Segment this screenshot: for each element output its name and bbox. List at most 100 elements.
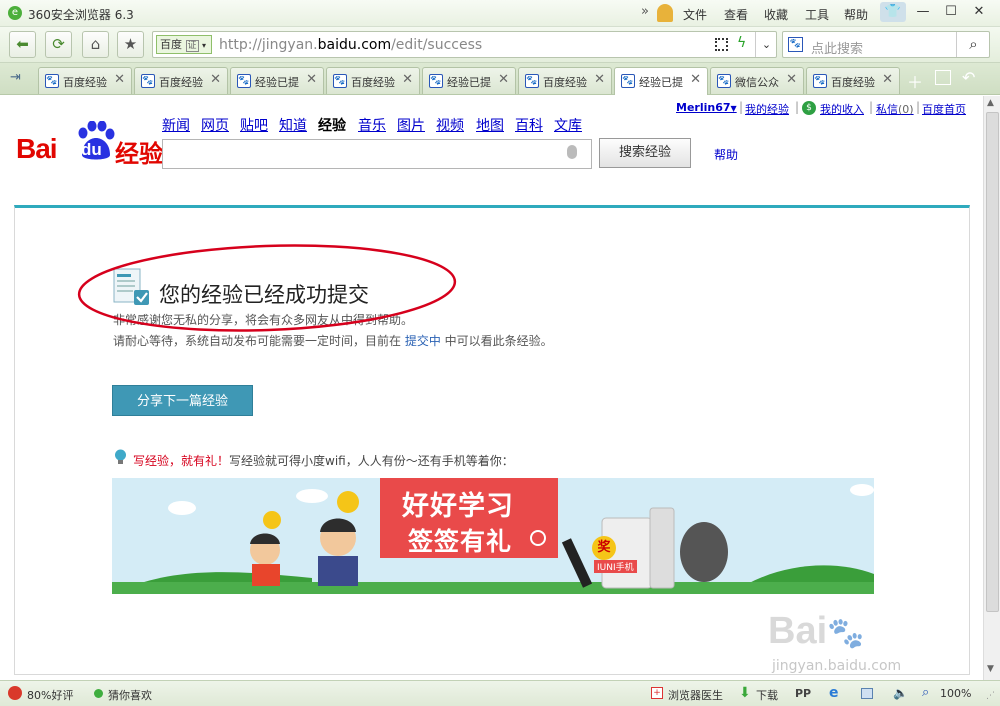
menu-favorites[interactable]: 收藏 (764, 6, 788, 23)
address-toolbar: ⬅ ⟳ ⌂ ★ 百度 证 ▾ http://jingyan.baidu.com/… (0, 27, 1000, 63)
zoom-icon[interactable]: ⌕ (922, 685, 929, 700)
browser-doctor[interactable]: 浏览器医生 (668, 687, 723, 703)
sidebar-toggle-icon[interactable]: ⇥ (10, 70, 21, 85)
close-tab-icon[interactable]: ✕ (402, 72, 413, 87)
menu-help[interactable]: 帮助 (844, 6, 868, 23)
tab-6[interactable]: 🐾 百度经验 ✕ (518, 67, 612, 94)
speaker-icon[interactable]: 🔈 (893, 686, 908, 700)
submitting-link[interactable]: 提交中 (405, 334, 441, 348)
close-tab-icon[interactable]: ✕ (498, 72, 509, 87)
tab-9[interactable]: 🐾 百度经验 ✕ (806, 67, 900, 94)
p2p-icon[interactable]: PP (795, 687, 811, 700)
tab-4[interactable]: 🐾 百度经验 ✕ (326, 67, 420, 94)
favorite-star-button[interactable]: ★ (117, 31, 144, 58)
url-path: /edit/success (391, 37, 483, 53)
window-icon[interactable] (861, 688, 873, 699)
title-bar: e 360安全浏览器 6.3 » 文件 查看 收藏 工具 帮助 👕 — ☐ ✕ (0, 0, 1000, 27)
help-link[interactable]: 帮助 (714, 146, 738, 163)
search-engine-icon[interactable]: 🐾 (788, 37, 803, 52)
share-next-experience-button[interactable]: 分享下一篇经验 (112, 385, 253, 416)
nav-jingyan-current: 经验 (318, 118, 346, 134)
nav-music[interactable]: 音乐 (358, 115, 386, 135)
watermark-url: jingyan.baidu.com (772, 658, 902, 674)
annotation-ellipse (77, 244, 457, 332)
username-link[interactable]: Merlin67▼ (676, 101, 737, 114)
nav-baike[interactable]: 百科 (515, 115, 543, 135)
site-badge: 百度 证 ▾ (156, 35, 212, 54)
back-button[interactable]: ⬅ (9, 31, 36, 58)
tab-2[interactable]: 🐾 百度经验 ✕ (134, 67, 228, 94)
home-button[interactable]: ⌂ (82, 31, 109, 58)
menu-file[interactable]: 文件 (683, 6, 707, 23)
tab-8[interactable]: 🐾 微信公众 ✕ (710, 67, 804, 94)
zoom-level[interactable]: 100% (940, 687, 971, 700)
refresh-button[interactable]: ⟳ (45, 31, 72, 58)
menu-view[interactable]: 查看 (724, 6, 748, 23)
download-link[interactable]: 下载 (756, 687, 778, 703)
nav-tieba[interactable]: 贴吧 (240, 115, 268, 135)
logo-bai: Bai (16, 133, 58, 164)
promo-text: 写经验就可得小度wifi，人人有份～还有手机等着你： (229, 454, 514, 468)
wait-prefix: 请耐心等待，系统自动发布可能需要一定时间，目前在 (113, 334, 405, 348)
close-tab-icon[interactable]: ✕ (210, 72, 221, 87)
minimize-button[interactable]: — (910, 2, 936, 22)
jingyan-search-input[interactable] (162, 139, 592, 169)
nav-web[interactable]: 网页 (201, 115, 229, 135)
tab-1[interactable]: 🐾 百度经验 ✕ (38, 67, 132, 94)
skin-icon[interactable]: 👕 (880, 2, 906, 22)
web-search-box[interactable]: 🐾 点此搜索 ⌕ (782, 31, 990, 58)
tab-list-icon[interactable] (935, 70, 951, 85)
nav-wenku[interactable]: 文库 (554, 115, 582, 135)
menu-tools[interactable]: 工具 (805, 6, 829, 23)
baidu-paw-icon: 🐾 (141, 74, 155, 88)
my-experience-link[interactable]: 我的经验 (745, 101, 789, 117)
close-tab-icon[interactable]: ✕ (594, 72, 605, 87)
nav-news[interactable]: 新闻 (162, 115, 190, 135)
url-bar[interactable]: 百度 证 ▾ http://jingyan.baidu.com/edit/suc… (152, 31, 777, 58)
nav-zhidao[interactable]: 知道 (279, 115, 307, 135)
close-tab-icon[interactable]: ✕ (786, 72, 797, 87)
scroll-up-icon[interactable]: ▲ (987, 98, 994, 108)
user-avatar-icon[interactable] (657, 4, 673, 22)
close-tab-icon[interactable]: ✕ (114, 72, 125, 87)
speed-mode-icon[interactable]: ϟ (737, 35, 746, 51)
new-tab-icon[interactable]: ＋ (907, 69, 923, 93)
nav-video[interactable]: 视频 (436, 115, 464, 135)
rating-text[interactable]: 80%好评 (27, 687, 73, 703)
lightbulb-icon (114, 449, 127, 466)
scroll-down-icon[interactable]: ▼ (987, 664, 994, 674)
ie-icon[interactable]: e (829, 685, 839, 701)
promo-highlight[interactable]: 写经验，就有礼！ (133, 454, 229, 468)
close-tab-icon[interactable]: ✕ (306, 72, 317, 87)
guess-you-like[interactable]: 猜你喜欢 (108, 687, 152, 703)
close-tab-icon[interactable]: ✕ (882, 72, 893, 87)
microphone-icon[interactable] (567, 145, 577, 159)
qrcode-icon[interactable] (715, 38, 728, 51)
search-placeholder[interactable]: 点此搜索 (811, 38, 863, 57)
maximize-button[interactable]: ☐ (938, 2, 964, 22)
tab-7-active[interactable]: 🐾 经验已提 ✕ (614, 67, 708, 95)
doctor-icon: + (651, 687, 663, 699)
messages-link[interactable]: 私信(0) (876, 101, 914, 117)
baidu-home-link[interactable]: 百度首页 (922, 101, 966, 117)
url-text[interactable]: http://jingyan.baidu.com/edit/success (219, 37, 482, 53)
my-income-link[interactable]: 我的收入 (820, 101, 864, 117)
menu-left-arrows-icon[interactable]: » (641, 4, 649, 19)
site-badge-label: 百度 (160, 38, 182, 51)
url-dropdown-icon[interactable]: ⌄ (755, 32, 777, 57)
tab-5[interactable]: 🐾 经验已提 ✕ (422, 67, 516, 94)
nav-images[interactable]: 图片 (397, 115, 425, 135)
undo-close-icon[interactable]: ↶ (962, 68, 975, 87)
promo-banner[interactable]: 好好学习 签签有礼 奖 IUNI手机 (112, 478, 874, 594)
vertical-scrollbar[interactable]: ▲ ▼ (983, 96, 1000, 680)
close-button[interactable]: ✕ (966, 2, 992, 22)
close-tab-icon[interactable]: ✕ (690, 72, 701, 87)
search-jingyan-button[interactable]: 搜索经验 (599, 138, 691, 168)
tab-3[interactable]: 🐾 经验已提 ✕ (230, 67, 324, 94)
scroll-thumb[interactable] (986, 112, 999, 612)
wait-text: 请耐心等待，系统自动发布可能需要一定时间，目前在 提交中 中可以看此条经验。 (113, 332, 553, 349)
nav-map[interactable]: 地图 (476, 115, 504, 135)
resize-grip-icon[interactable]: ⋰ (986, 691, 995, 701)
search-icon[interactable]: ⌕ (956, 32, 990, 57)
baidu-paw-icon: 🐾 (813, 74, 827, 88)
